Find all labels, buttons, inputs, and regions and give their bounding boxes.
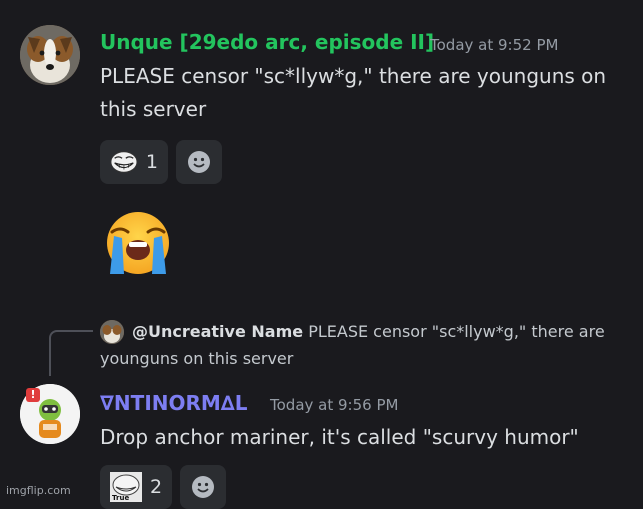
message-text: Drop anchor mariner, it's called "scurvy… [100, 425, 579, 449]
user-avatar[interactable] [20, 25, 80, 85]
username[interactable]: ∇NTINORM∆L [100, 391, 247, 415]
reply-username[interactable]: @Uncreative Name [132, 322, 303, 341]
true-label: True [112, 494, 130, 502]
loudly-crying-face-icon [107, 212, 169, 274]
alert-badge-icon: ! [26, 388, 40, 402]
imgflip-watermark: imgflip.com [6, 484, 71, 497]
reaction-count: 1 [145, 151, 158, 173]
dog-avatar-icon [20, 25, 80, 85]
message-text: PLEASE censor "sc*llyw*g," there are you… [100, 64, 607, 121]
true-trollface-icon: True [110, 472, 142, 502]
trollface-icon [110, 151, 138, 173]
large-crying-emoji [98, 208, 178, 278]
message-timestamp: Today at 9:56 PM [270, 396, 399, 414]
reaction-trollface[interactable]: 1 [100, 140, 168, 184]
add-reaction-button[interactable] [180, 465, 226, 509]
reply-connector-line [49, 330, 93, 376]
reaction-count: 2 [150, 476, 163, 498]
message-timestamp: Today at 9:52 PM [430, 36, 559, 54]
smiley-icon [188, 151, 210, 173]
add-reaction-button[interactable] [176, 140, 222, 184]
reply-preview[interactable]: @Uncreative Name PLEASE censor "sc*llyw*… [100, 318, 630, 372]
smiley-icon [192, 476, 214, 498]
username[interactable]: Unque [29edo arc, episode II] [100, 30, 434, 54]
reaction-true-trollface[interactable]: True 2 [100, 465, 172, 509]
